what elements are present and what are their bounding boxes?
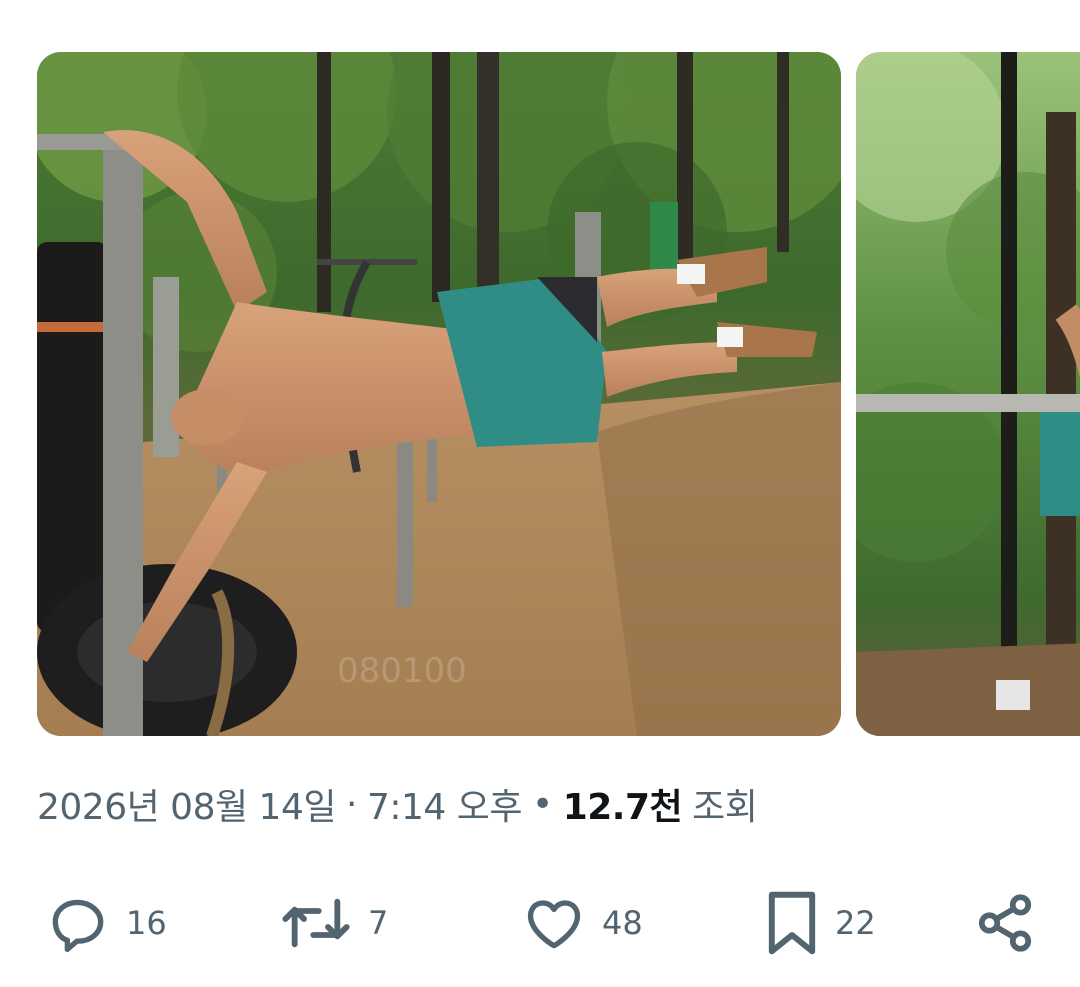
calisthenics-photo: 080100 <box>37 52 841 736</box>
tweet-time: 7:14 오후 <box>366 787 523 828</box>
like-count: 48 <box>602 904 643 942</box>
tweet-meta: 2026년 08월 14일 · 7:14 오후 • 12.7천 조회 <box>37 776 758 832</box>
views-count[interactable]: 12.7천 <box>563 778 683 830</box>
media-photo-2[interactable] <box>856 52 1080 736</box>
retweet-button[interactable]: 7 <box>280 885 388 961</box>
share-icon <box>974 891 1036 955</box>
bookmark-count: 22 <box>835 904 876 942</box>
heart-icon <box>522 891 586 955</box>
retweet-icon <box>280 891 352 955</box>
reply-button[interactable]: 16 <box>46 885 167 961</box>
tweet-actions: 16 7 48 22 <box>0 885 1080 961</box>
media-carousel[interactable]: 080100 <box>0 0 1080 760</box>
tweet-detail: 080100 2026년 08월 14일 · 7:14 오후 • 12.7천 조… <box>0 0 1080 987</box>
retweet-count: 7 <box>368 904 389 942</box>
reply-count: 16 <box>126 904 167 942</box>
media-photo-1[interactable]: 080100 <box>37 52 841 736</box>
bookmark-icon <box>765 888 819 958</box>
meta-dot: • <box>531 783 553 825</box>
bookmark-button[interactable]: 22 <box>765 885 876 961</box>
share-button[interactable] <box>974 885 1036 961</box>
photo-watermark: 080100 <box>337 651 467 691</box>
meta-separator: · <box>345 783 357 825</box>
views-label[interactable]: 조회 <box>692 778 758 830</box>
reply-icon <box>46 891 110 955</box>
like-button[interactable]: 48 <box>522 885 643 961</box>
calisthenics-photo-2 <box>856 52 1080 736</box>
tweet-date: 2026년 08월 14일 <box>37 787 336 828</box>
